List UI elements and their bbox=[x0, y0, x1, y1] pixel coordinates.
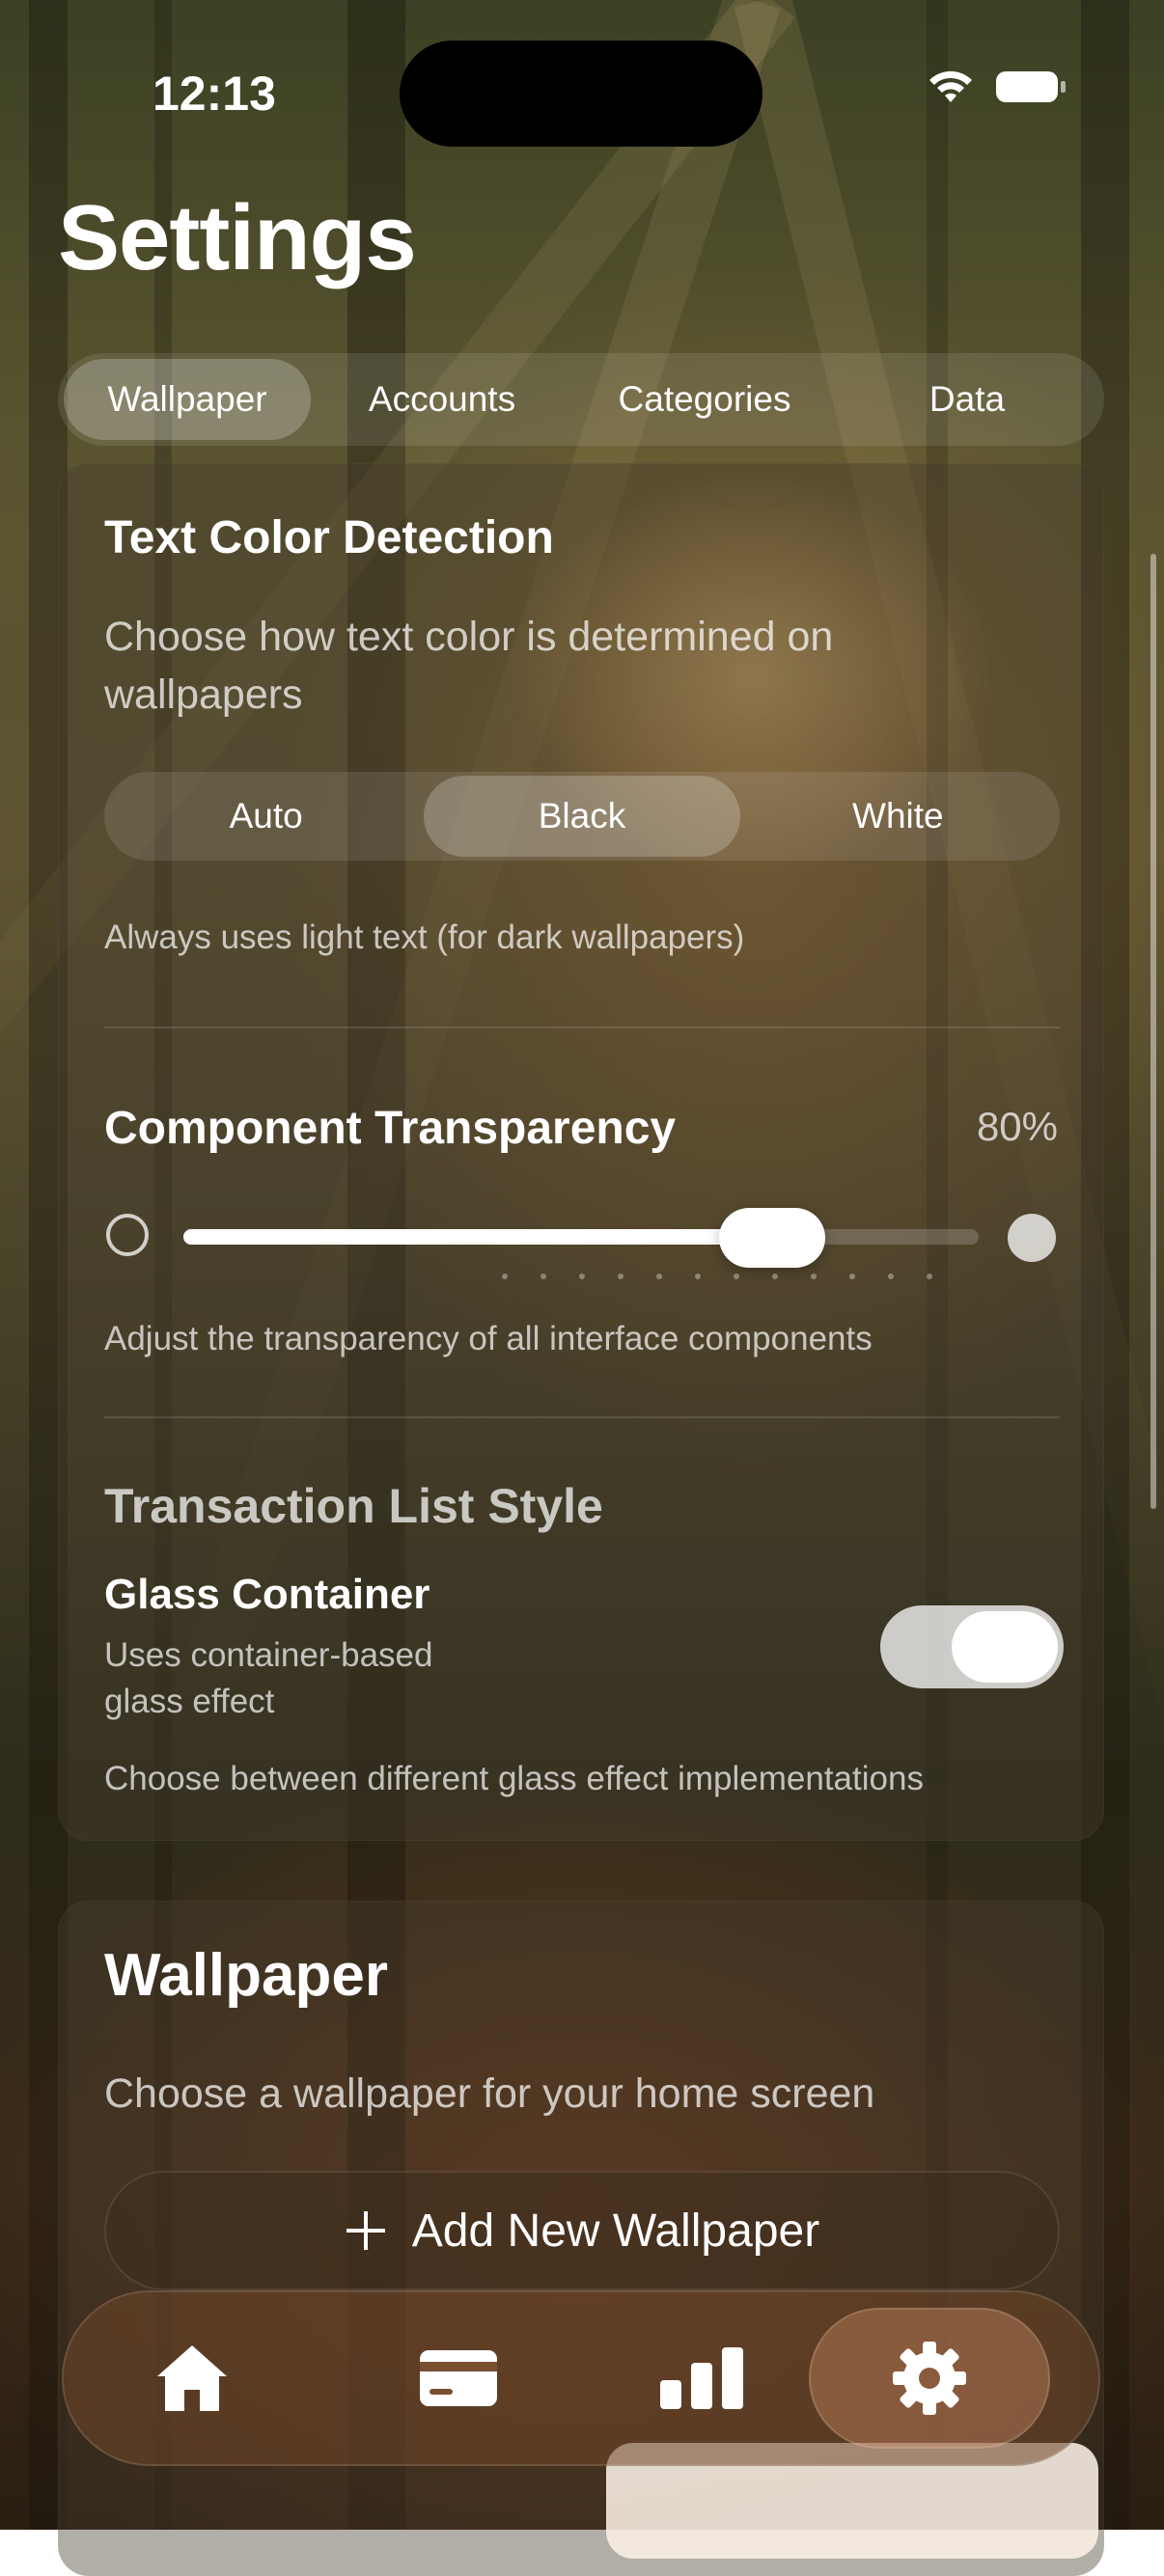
transparency-value: 80% bbox=[976, 1104, 1058, 1149]
appearance-card: Text Color Detection Choose how text col… bbox=[58, 463, 1104, 1841]
chart-icon bbox=[660, 2347, 743, 2409]
tab-cards[interactable] bbox=[338, 2308, 579, 2449]
slider-tick bbox=[848, 1274, 855, 1279]
plus-icon bbox=[346, 2211, 385, 2250]
tab-settings[interactable] bbox=[809, 2308, 1050, 2449]
transparency-slider[interactable] bbox=[183, 1208, 979, 1279]
tab-stats[interactable] bbox=[581, 2308, 822, 2449]
slider-tick bbox=[540, 1274, 546, 1279]
text-color-black[interactable]: Black bbox=[424, 776, 740, 857]
wallpaper-description: Choose a wallpaper for your home screen bbox=[104, 2070, 875, 2117]
text-color-description: Choose how text color is determined on w… bbox=[104, 614, 834, 718]
tab-data[interactable]: Data bbox=[836, 359, 1098, 440]
glass-container-label: Glass Container bbox=[104, 1571, 430, 1618]
slider-tick bbox=[694, 1274, 701, 1279]
wallpaper-title: Wallpaper bbox=[104, 1942, 388, 2009]
tab-home[interactable] bbox=[71, 2308, 313, 2449]
status-time: 12:13 bbox=[152, 67, 276, 121]
card-icon bbox=[420, 2350, 497, 2406]
max-transparency-icon bbox=[1008, 1214, 1056, 1262]
tab-wallpaper[interactable]: Wallpaper bbox=[64, 359, 311, 440]
slider-thumb[interactable] bbox=[718, 1208, 825, 1268]
transaction-style-title: Transaction List Style bbox=[104, 1479, 603, 1533]
tab-categories[interactable]: Categories bbox=[573, 359, 836, 440]
tab-accounts[interactable]: Accounts bbox=[311, 359, 573, 440]
wifi-icon bbox=[929, 70, 972, 102]
add-wallpaper-label: Add New Wallpaper bbox=[411, 2205, 820, 2257]
settings-tabs: Wallpaper Accounts Categories Data bbox=[58, 353, 1104, 446]
text-color-hint: Always uses light text (for dark wallpap… bbox=[104, 918, 745, 956]
toggle-knob bbox=[952, 1611, 1058, 1683]
slider-tick bbox=[810, 1274, 817, 1279]
glass-container-desc: Uses container-based glass effect bbox=[104, 1636, 433, 1720]
transparency-slider-row bbox=[104, 1206, 1060, 1279]
page-title: Settings bbox=[58, 186, 417, 289]
battery-icon bbox=[996, 71, 1066, 102]
tab-bar bbox=[62, 2290, 1100, 2466]
slider-tick bbox=[887, 1274, 894, 1279]
divider bbox=[104, 1027, 1060, 1028]
glass-container-toggle[interactable] bbox=[880, 1605, 1064, 1688]
slider-tick bbox=[501, 1274, 508, 1279]
gear-icon bbox=[893, 2342, 966, 2415]
slider-tick bbox=[926, 1274, 932, 1279]
slider-tick bbox=[578, 1274, 585, 1279]
dynamic-island bbox=[400, 41, 762, 147]
slider-tick bbox=[617, 1274, 624, 1279]
status-icons bbox=[927, 69, 1066, 104]
slider-tick bbox=[771, 1274, 778, 1279]
add-wallpaper-button[interactable]: Add New Wallpaper bbox=[104, 2171, 1060, 2290]
text-color-auto[interactable]: Auto bbox=[108, 776, 424, 857]
house-icon bbox=[157, 2345, 227, 2411]
slider-fill bbox=[183, 1229, 772, 1245]
divider bbox=[104, 1416, 1060, 1418]
scroll-indicator[interactable] bbox=[1150, 554, 1156, 1509]
text-color-title: Text Color Detection bbox=[104, 512, 554, 563]
transparency-title: Component Transparency bbox=[104, 1103, 677, 1154]
transaction-style-hint: Choose between different glass effect im… bbox=[104, 1760, 924, 1797]
transparency-hint: Adjust the transparency of all interface… bbox=[104, 1320, 873, 1357]
slider-tick bbox=[655, 1274, 662, 1279]
min-transparency-icon bbox=[106, 1214, 149, 1256]
text-color-white[interactable]: White bbox=[740, 776, 1056, 857]
text-color-selector: Auto Black White bbox=[104, 772, 1060, 861]
slider-tick bbox=[733, 1274, 739, 1279]
